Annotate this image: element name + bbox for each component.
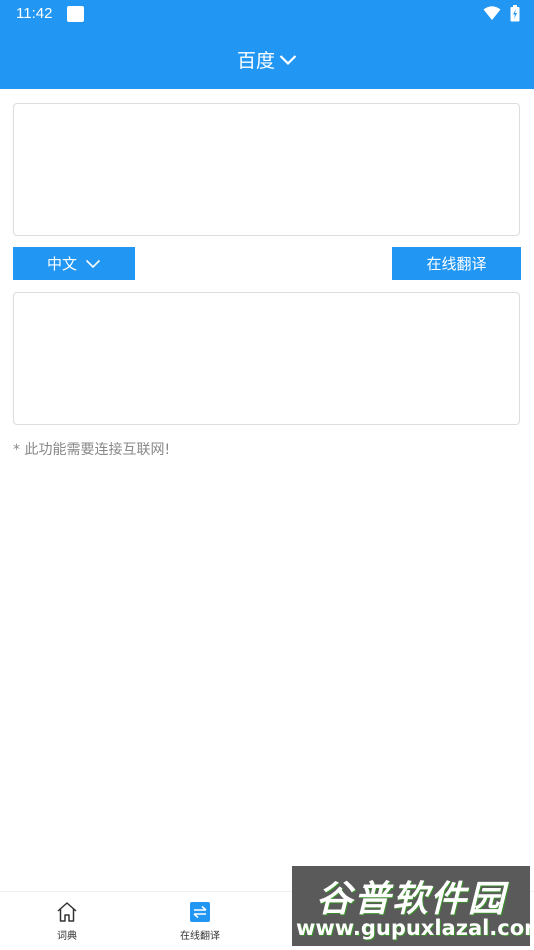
language-selector[interactable]: 中文 bbox=[13, 247, 135, 280]
language-label: 中文 bbox=[46, 255, 77, 273]
app-bar: 百度 bbox=[0, 28, 534, 89]
nav-label-translate: 在线翻译 bbox=[180, 931, 220, 942]
status-icons bbox=[483, 5, 520, 23]
swap-icon bbox=[190, 902, 210, 922]
source-text-input[interactable] bbox=[13, 103, 520, 236]
chevron-down-icon bbox=[279, 55, 297, 66]
battery-icon bbox=[510, 5, 520, 22]
status-bar: 11:42 bbox=[0, 0, 534, 28]
wifi-icon bbox=[483, 6, 501, 20]
watermark-url: www.gupuxlazal.com bbox=[296, 916, 530, 940]
internet-notice: * 此功能需要连接互联网! bbox=[13, 442, 171, 458]
engine-title: 百度 bbox=[236, 50, 275, 72]
engine-selector[interactable]: 百度 bbox=[0, 46, 534, 73]
watermark: 谷普软件园 www.gupuxlazal.com bbox=[292, 866, 530, 946]
nav-item-translate[interactable]: 在线翻译 bbox=[150, 900, 250, 942]
nav-label-dictionary: 词典 bbox=[57, 931, 77, 942]
status-time: 11:42 bbox=[16, 5, 53, 22]
notification-icon bbox=[67, 6, 84, 22]
nav-item-dictionary[interactable]: 词典 bbox=[17, 900, 117, 942]
home-icon bbox=[57, 902, 77, 922]
watermark-title: 谷普软件园 bbox=[315, 879, 506, 920]
result-text-output[interactable] bbox=[13, 292, 520, 425]
chevron-down-icon bbox=[85, 259, 101, 268]
translate-button[interactable]: 在线翻译 bbox=[392, 247, 521, 280]
